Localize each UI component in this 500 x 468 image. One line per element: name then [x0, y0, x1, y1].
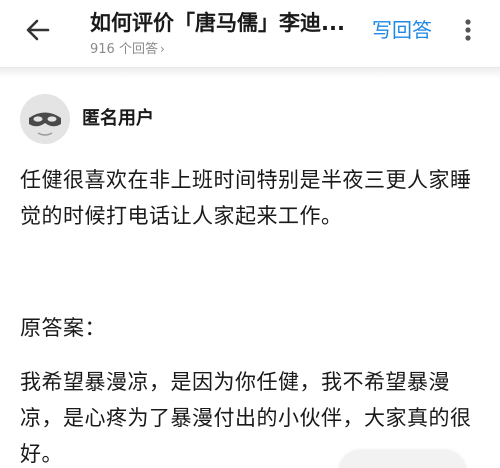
more-vertical-icon[interactable] — [458, 16, 478, 44]
floating-action-button[interactable] — [340, 450, 465, 468]
question-header[interactable]: 如何评价「唐马儒」李迪... 916 个回答 › — [90, 8, 360, 59]
back-arrow-icon[interactable] — [22, 14, 54, 46]
write-answer-button[interactable]: 写回答 — [372, 16, 432, 44]
author-name[interactable]: 匿名用户 — [82, 106, 154, 132]
answer-count-link[interactable]: 916 个回答 › — [90, 40, 360, 59]
chevron-right-icon: › — [159, 42, 165, 56]
header-shadow — [0, 68, 500, 78]
answer-count: 916 个回答 — [90, 42, 158, 57]
anonymous-avatar-icon[interactable] — [20, 94, 70, 144]
question-title[interactable]: 如何评价「唐马儒」李迪... — [90, 8, 360, 38]
answer-paragraph: 原答案： — [20, 316, 106, 340]
top-app-bar: 如何评价「唐马儒」李迪... 916 个回答 › 写回答 — [0, 0, 500, 68]
answer-paragraph: 任健很喜欢在非上班时间特别是半夜三更人家睡觉的时候打电话让人家起来工作。 — [20, 168, 472, 228]
